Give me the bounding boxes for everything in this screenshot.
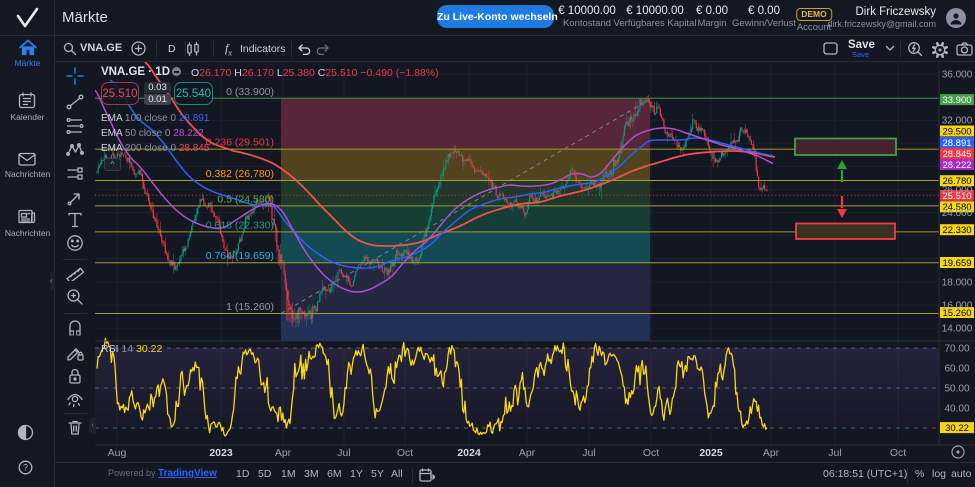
svg-text:22.330: 22.330 [942,225,971,236]
svg-text:28.845: 28.845 [942,149,971,160]
svg-text:33.900: 33.900 [942,95,971,106]
svg-text:50.00: 50.00 [944,384,969,395]
svg-text:16.000: 16.000 [942,301,973,312]
svg-text:Jul: Jul [337,447,350,459]
svg-text:0.5 (24.580): 0.5 (24.580) [217,193,274,205]
svg-text:Oct: Oct [890,447,906,459]
svg-text:Apr: Apr [275,447,292,459]
svg-text:30.22: 30.22 [945,423,969,434]
svg-text:36.000: 36.000 [942,70,973,81]
svg-text:18.000: 18.000 [942,277,973,288]
svg-text:70.00: 70.00 [944,344,969,355]
svg-text:Jul: Jul [828,447,841,459]
svg-text:60.00: 60.00 [944,364,969,375]
svg-text:14.000: 14.000 [942,324,973,335]
svg-text:?: ? [23,463,28,473]
svg-text:2025: 2025 [699,447,723,459]
svg-text:Apr: Apr [763,447,780,459]
svg-text:Jul: Jul [582,447,595,459]
svg-text:24.000: 24.000 [942,208,973,219]
svg-text:Oct: Oct [643,447,659,459]
svg-text:32.000: 32.000 [942,116,973,127]
svg-text:28.891: 28.891 [942,138,971,149]
svg-text:0.618 (22.330): 0.618 (22.330) [206,219,274,231]
svg-text:0.764 (19.659): 0.764 (19.659) [206,250,274,262]
svg-text:0 (33.900): 0 (33.900) [226,86,274,98]
svg-text:2023: 2023 [209,447,233,459]
svg-text:Oct: Oct [397,447,413,459]
svg-text:19.659: 19.659 [942,258,971,269]
svg-text:29.500: 29.500 [942,126,971,137]
svg-text:1 (15.260): 1 (15.260) [226,301,274,313]
svg-text:28.222: 28.222 [942,160,971,171]
svg-text:2024: 2024 [457,447,481,459]
svg-text:40.00: 40.00 [944,404,969,415]
svg-text:Aug: Aug [108,447,127,459]
svg-text:26.000: 26.000 [942,185,973,196]
svg-text:0.236 (29.501): 0.236 (29.501) [206,137,274,149]
svg-text:Apr: Apr [519,447,536,459]
svg-text:0.382 (26.780): 0.382 (26.780) [206,168,274,180]
